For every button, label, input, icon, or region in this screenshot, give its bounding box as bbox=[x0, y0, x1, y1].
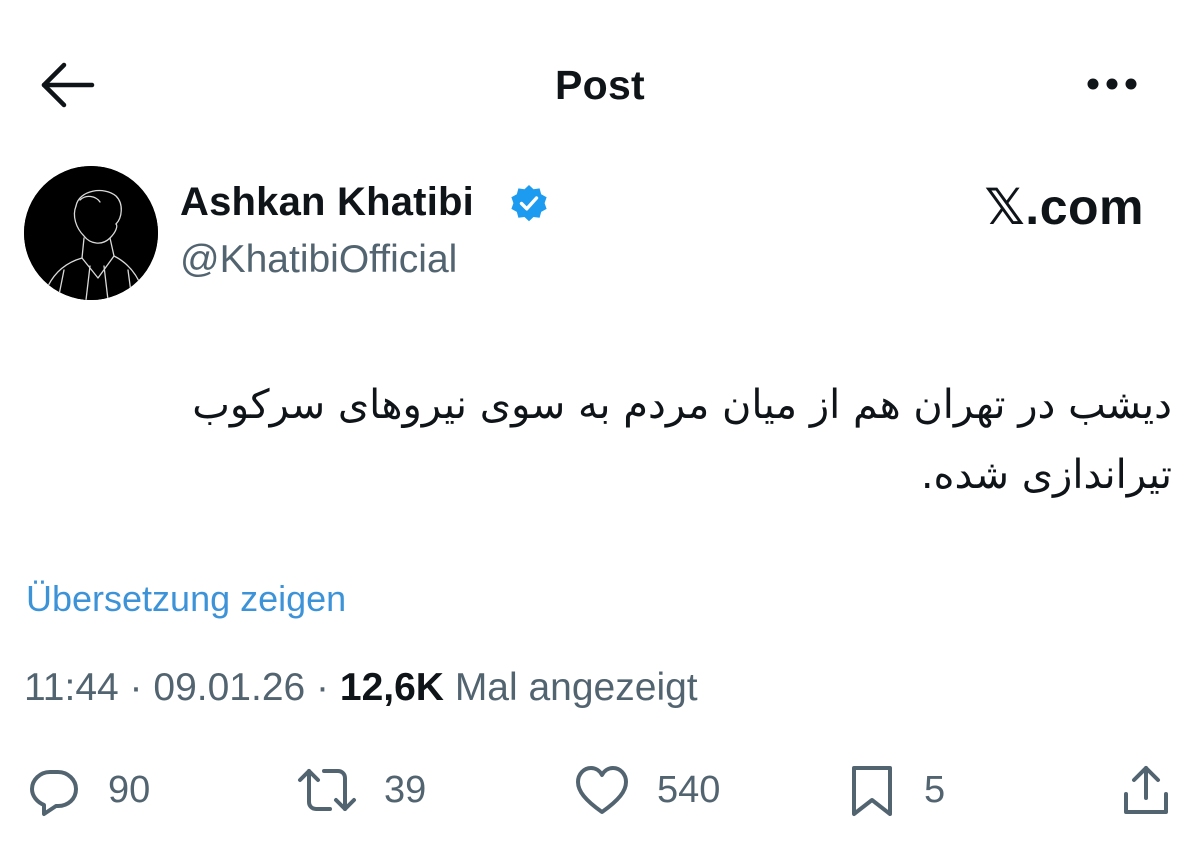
action-bar: 90 39 540 5 bbox=[0, 755, 1200, 825]
reply-icon bbox=[30, 770, 78, 816]
meta-separator: · bbox=[316, 666, 330, 709]
reply-button[interactable]: 90 bbox=[26, 755, 150, 825]
repost-button[interactable]: 39 bbox=[296, 755, 426, 825]
page-title: Post bbox=[554, 62, 646, 108]
bookmark-icon bbox=[852, 766, 892, 816]
meta-separator: · bbox=[129, 666, 143, 709]
x-com-watermark: 𝕏.com bbox=[984, 179, 1144, 235]
post-page: Post Ashkan Khatibi @KhatibiOfficial 𝕏.c… bbox=[0, 0, 1200, 868]
reply-count: 90 bbox=[108, 768, 151, 811]
show-translation-link[interactable]: Übersetzung zeigen bbox=[26, 578, 346, 620]
repost-icon bbox=[298, 769, 356, 811]
bookmark-count: 5 bbox=[924, 768, 946, 811]
avatar-sketch-icon bbox=[24, 166, 158, 300]
post-date[interactable]: 09.01.26 bbox=[153, 666, 305, 709]
post-text: دیشب در تهران هم از میان مردم به سوی نیر… bbox=[192, 382, 1172, 498]
views-label: Mal angezeigt bbox=[454, 666, 698, 709]
post-time[interactable]: 11:44 bbox=[24, 666, 119, 709]
avatar[interactable] bbox=[24, 166, 158, 300]
share-button[interactable] bbox=[1118, 755, 1174, 825]
post-meta: 11:44 · 09.01.26 · 12,6K Mal angezeigt bbox=[24, 666, 698, 710]
top-bar: Post bbox=[0, 0, 1200, 170]
repost-count: 39 bbox=[384, 768, 427, 811]
bookmark-button[interactable]: 5 bbox=[846, 755, 945, 825]
like-button[interactable]: 540 bbox=[573, 755, 720, 825]
share-icon bbox=[1124, 766, 1168, 814]
views-count[interactable]: 12,6K bbox=[340, 666, 444, 709]
more-horizontal-icon bbox=[1087, 78, 1137, 90]
more-options-button[interactable] bbox=[1080, 62, 1144, 106]
verified-badge-icon bbox=[511, 185, 547, 222]
author-handle[interactable]: @KhatibiOfficial bbox=[180, 238, 457, 282]
like-count: 540 bbox=[657, 768, 721, 811]
author-name[interactable]: Ashkan Khatibi bbox=[180, 180, 474, 225]
heart-icon bbox=[576, 766, 628, 814]
